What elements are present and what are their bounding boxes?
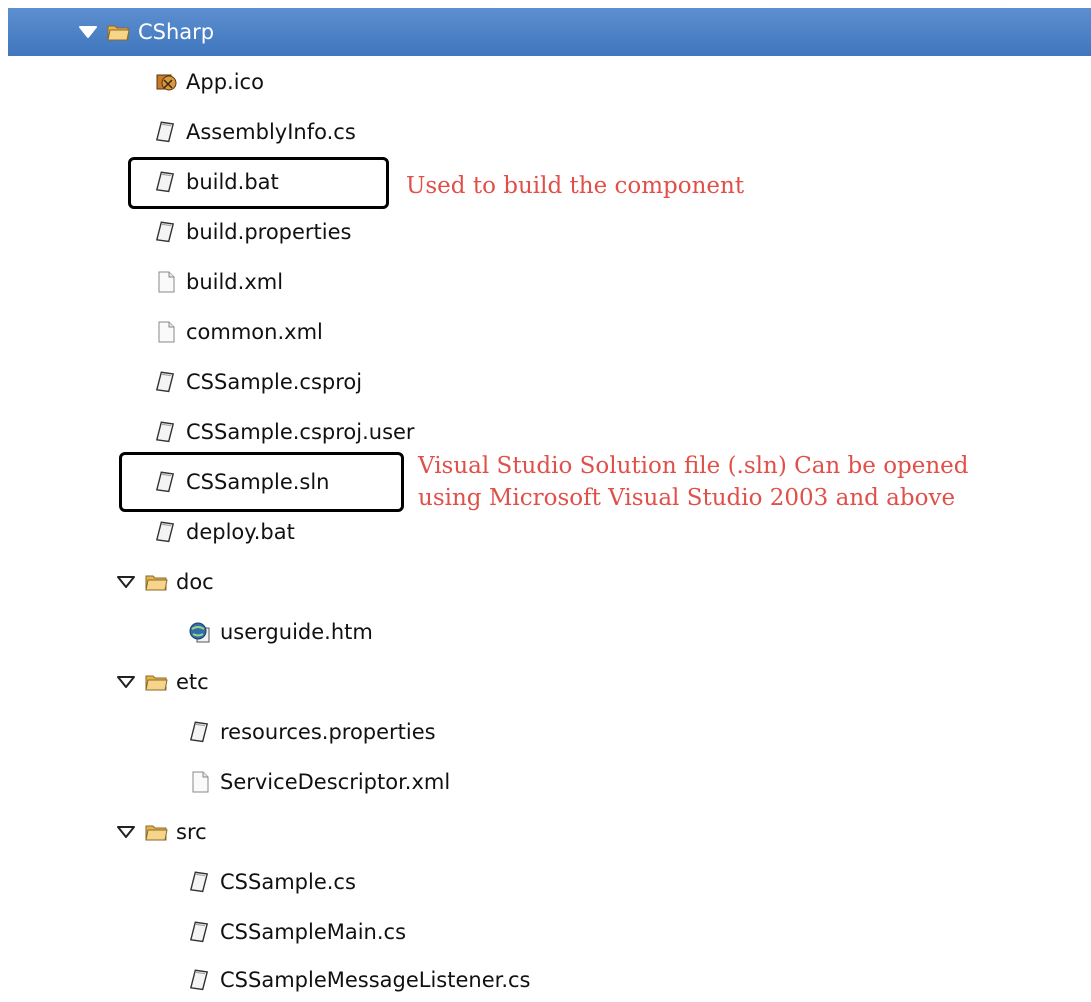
tree-item-label: ServiceDescriptor.xml: [220, 770, 451, 794]
text-file-icon: [188, 720, 212, 744]
text-file-icon: [154, 220, 178, 244]
tree-item-label: CSSample.csproj: [186, 370, 363, 394]
tree-item-label: AssemblyInfo.cs: [186, 120, 356, 144]
expand-arrow-icon[interactable]: [78, 25, 98, 39]
tree-item-label: CSSampleMain.cs: [220, 920, 407, 944]
annotation-build-bat: Used to build the component: [406, 173, 745, 199]
highlight-box-sln: [119, 452, 404, 512]
tree-item-resources-properties[interactable]: resources.properties: [188, 710, 436, 754]
tree-item-deploy-bat[interactable]: deploy.bat: [154, 510, 295, 554]
annotation-sln-line2: using Microsoft Visual Studio 2003 and a…: [418, 485, 956, 511]
tree-item-label: doc: [176, 570, 214, 594]
tree-folder-src[interactable]: src: [116, 810, 207, 854]
tree-item-csproj-user[interactable]: CSSample.csproj.user: [154, 410, 415, 454]
tree-item-cssample-cs[interactable]: CSSample.cs: [188, 860, 356, 904]
text-file-icon: [154, 420, 178, 444]
tree-item-label: etc: [176, 670, 209, 694]
tree-item-label: deploy.bat: [186, 520, 295, 544]
tree-item-servicedescriptor[interactable]: ServiceDescriptor.xml: [188, 760, 450, 804]
folder-icon: [144, 820, 168, 844]
tree-item-app-ico[interactable]: App.ico: [154, 60, 264, 104]
blank-file-icon: [154, 270, 178, 294]
expand-arrow-icon[interactable]: [116, 575, 136, 589]
tree-folder-doc[interactable]: doc: [116, 560, 214, 604]
text-file-icon: [188, 920, 212, 944]
tree-item-common-xml[interactable]: common.xml: [154, 310, 323, 354]
expand-arrow-icon[interactable]: [116, 675, 136, 689]
tree-item-messagelistener-cs[interactable]: CSSampleMessageListener.cs: [188, 958, 531, 1002]
tree-item-build-properties[interactable]: build.properties: [154, 210, 351, 254]
text-file-icon: [154, 370, 178, 394]
annotation-sln-line1: Visual Studio Solution file (.sln) Can b…: [418, 453, 969, 479]
folder-icon: [106, 20, 130, 44]
tree-item-label: common.xml: [186, 320, 323, 344]
tree-item-label: App.ico: [186, 70, 264, 94]
tree-item-label: userguide.htm: [220, 620, 373, 644]
tree-item-userguide[interactable]: userguide.htm: [188, 610, 373, 654]
tree-item-label: src: [176, 820, 207, 844]
expand-arrow-icon[interactable]: [116, 825, 136, 839]
folder-icon: [144, 570, 168, 594]
tree-item-build-xml[interactable]: build.xml: [154, 260, 283, 304]
text-file-icon: [188, 870, 212, 894]
tree-item-label: build.properties: [186, 220, 352, 244]
tree-item-label: CSSampleMessageListener.cs: [220, 968, 531, 992]
tree-item-label: CSSample.csproj.user: [186, 420, 415, 444]
tree-item-label: resources.properties: [220, 720, 436, 744]
tree-item-assemblyinfo[interactable]: AssemblyInfo.cs: [154, 110, 356, 154]
blank-file-icon: [154, 320, 178, 344]
highlight-box-build-bat: [128, 157, 389, 209]
folder-icon: [144, 670, 168, 694]
tree-root-label: CSharp: [138, 20, 215, 44]
tree-root-row[interactable]: CSharp: [8, 8, 1091, 56]
tree-folder-etc[interactable]: etc: [116, 660, 209, 704]
tree-item-label: CSSample.cs: [220, 870, 356, 894]
blank-file-icon: [188, 770, 212, 794]
text-file-icon: [154, 120, 178, 144]
html-file-icon: [188, 620, 212, 644]
app-ico-icon: [154, 70, 178, 94]
text-file-icon: [188, 968, 212, 992]
text-file-icon: [154, 520, 178, 544]
tree-item-cssamplemain-cs[interactable]: CSSampleMain.cs: [188, 910, 406, 954]
tree-item-csproj[interactable]: CSSample.csproj: [154, 360, 362, 404]
tree-item-label: build.xml: [186, 270, 284, 294]
